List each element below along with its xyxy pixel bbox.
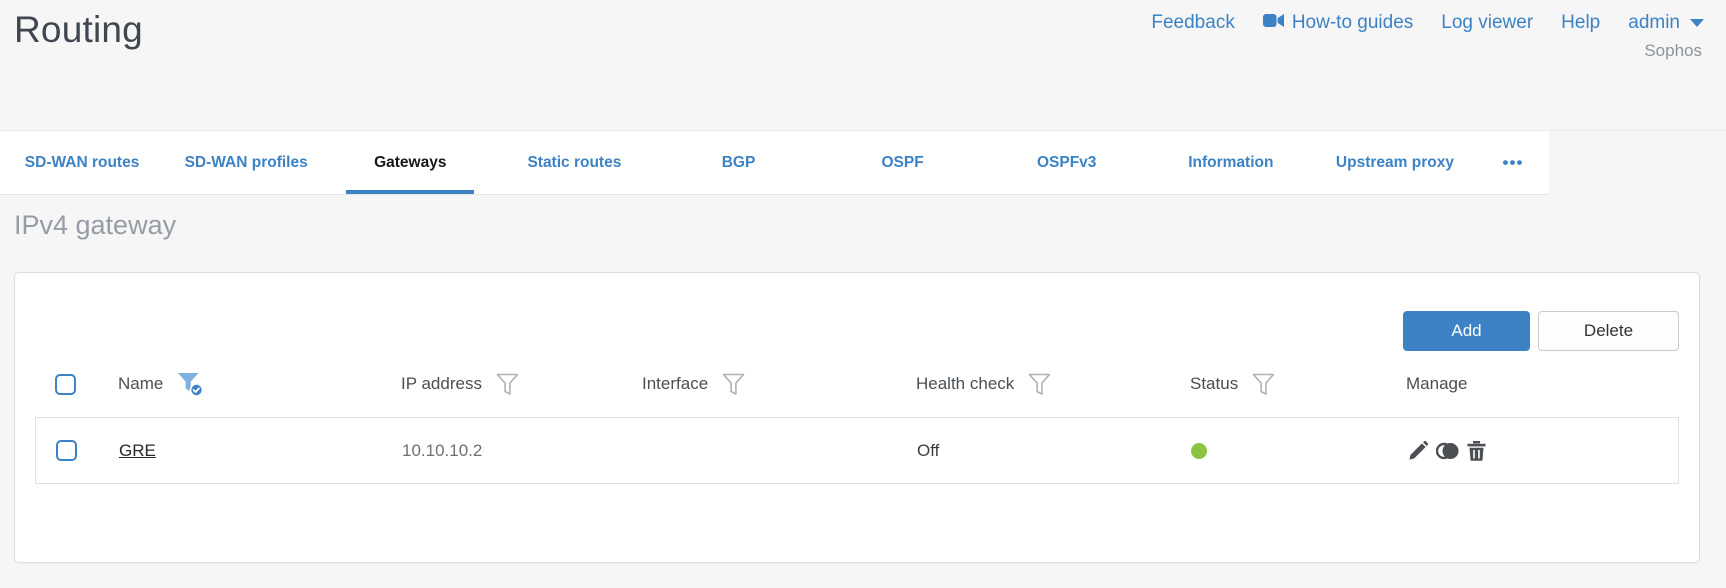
select-all-checkbox[interactable]: [55, 373, 76, 395]
row-name-cell: GRE: [99, 441, 382, 461]
caret-down-icon: [1690, 19, 1704, 27]
edit-icon[interactable]: [1407, 440, 1429, 462]
column-label-interface: Interface: [642, 374, 709, 393]
tab-gateways[interactable]: Gateways: [328, 131, 492, 194]
tab-static-routes[interactable]: Static routes: [492, 131, 656, 194]
delete-icon[interactable]: [1467, 440, 1486, 461]
gateway-ip-value: 10.10.10.2: [402, 440, 483, 460]
row-ip-cell: 10.10.10.2: [382, 441, 623, 461]
tab-sd-wan-routes[interactable]: SD-WAN routes: [0, 131, 164, 194]
tab-ospf[interactable]: OSPF: [821, 131, 985, 194]
tab-label: SD-WAN profiles: [184, 153, 308, 171]
add-button[interactable]: Add: [1403, 311, 1530, 351]
manage-icons: [1407, 440, 1486, 462]
header-health-check-cell: Health check: [896, 373, 1170, 396]
how-to-guides-link[interactable]: How-to guides: [1262, 12, 1414, 34]
tabbar: SD-WAN routes SD-WAN profiles Gateways S…: [0, 131, 1549, 195]
header-select-all-cell: [35, 373, 98, 395]
tab-label: OSPF: [881, 153, 924, 171]
tab-label: Information: [1188, 153, 1274, 171]
tabbar-row: SD-WAN routes SD-WAN profiles Gateways S…: [0, 130, 1726, 195]
page-title: Routing: [14, 9, 143, 50]
tab-label: Gateways: [374, 153, 447, 171]
tabs-overflow-button[interactable]: •••: [1477, 131, 1549, 194]
table-actions: Add Delete: [35, 311, 1679, 351]
video-camera-icon: [1262, 12, 1284, 34]
ellipsis-icon: •••: [1502, 152, 1524, 172]
log-viewer-link[interactable]: Log viewer: [1441, 12, 1533, 34]
column-label-name: Name: [118, 374, 164, 393]
tab-sd-wan-profiles[interactable]: SD-WAN profiles: [164, 131, 328, 194]
how-to-guides-label: How-to guides: [1291, 12, 1414, 33]
header-links: Feedback How-to guides Log viewer Help a…: [1151, 12, 1704, 34]
admin-menu[interactable]: admin: [1628, 12, 1704, 34]
table-row: GRE 10.10.10.2 Off: [36, 418, 1678, 483]
column-label-manage: Manage: [1406, 374, 1468, 393]
section-title: IPv4 gateway: [14, 210, 177, 240]
gateway-health-check-value: Off: [917, 440, 940, 460]
filter-icon[interactable]: [1028, 373, 1051, 396]
column-label-status: Status: [1190, 374, 1239, 393]
header-manage-cell: Manage: [1386, 374, 1679, 394]
table-header: Name IP address Interface Health check S…: [35, 351, 1679, 417]
status-up-indicator: [1191, 442, 1207, 459]
tab-upstream-proxy[interactable]: Upstream proxy: [1313, 131, 1477, 194]
column-label-ip-address: IP address: [401, 374, 482, 393]
header-ip-cell: IP address: [381, 373, 622, 396]
tab-ospfv3[interactable]: OSPFv3: [985, 131, 1149, 194]
filter-icon[interactable]: [1252, 373, 1275, 396]
main-content: IPv4 gateway Add Delete Name IP address …: [0, 208, 1726, 563]
header-status-cell: Status: [1170, 373, 1386, 396]
row-select-cell: [36, 440, 99, 461]
gateway-name-link[interactable]: GRE: [119, 441, 156, 461]
header-name-cell: Name: [98, 372, 381, 397]
table-body: GRE 10.10.10.2 Off: [35, 417, 1679, 484]
tab-label: Upstream proxy: [1335, 153, 1454, 171]
top-header: Routing Feedback How-to guides Log viewe…: [0, 0, 1726, 130]
row-health-check-cell: Off: [897, 441, 1171, 461]
tab-label: Static routes: [527, 153, 622, 171]
brand-label: Sophos: [1644, 41, 1702, 60]
admin-label: admin: [1628, 12, 1680, 33]
ipv4-gateway-panel: Add Delete Name IP address Interface Hea…: [14, 272, 1700, 563]
filter-active-icon[interactable]: [177, 372, 204, 397]
tab-label: BGP: [721, 153, 756, 171]
filter-icon[interactable]: [496, 373, 519, 396]
delete-button[interactable]: Delete: [1538, 311, 1679, 351]
tab-label: SD-WAN routes: [24, 153, 140, 171]
row-manage-cell: [1387, 440, 1678, 462]
tab-bgp[interactable]: BGP: [656, 131, 820, 194]
feedback-link[interactable]: Feedback: [1151, 12, 1234, 34]
header-interface-cell: Interface: [622, 373, 896, 396]
help-label: Help: [1561, 12, 1601, 33]
column-label-health-check: Health check: [916, 374, 1015, 393]
row-status-cell: [1171, 442, 1387, 459]
header-right: Feedback How-to guides Log viewer Help a…: [1151, 8, 1704, 61]
tab-label: OSPFv3: [1036, 153, 1097, 171]
filter-icon[interactable]: [722, 373, 745, 396]
clone-icon[interactable]: [1436, 442, 1460, 460]
row-checkbox[interactable]: [56, 440, 77, 461]
feedback-link-label: Feedback: [1151, 12, 1235, 33]
help-link[interactable]: Help: [1561, 12, 1600, 34]
log-viewer-label: Log viewer: [1441, 12, 1534, 33]
tab-information[interactable]: Information: [1149, 131, 1313, 194]
